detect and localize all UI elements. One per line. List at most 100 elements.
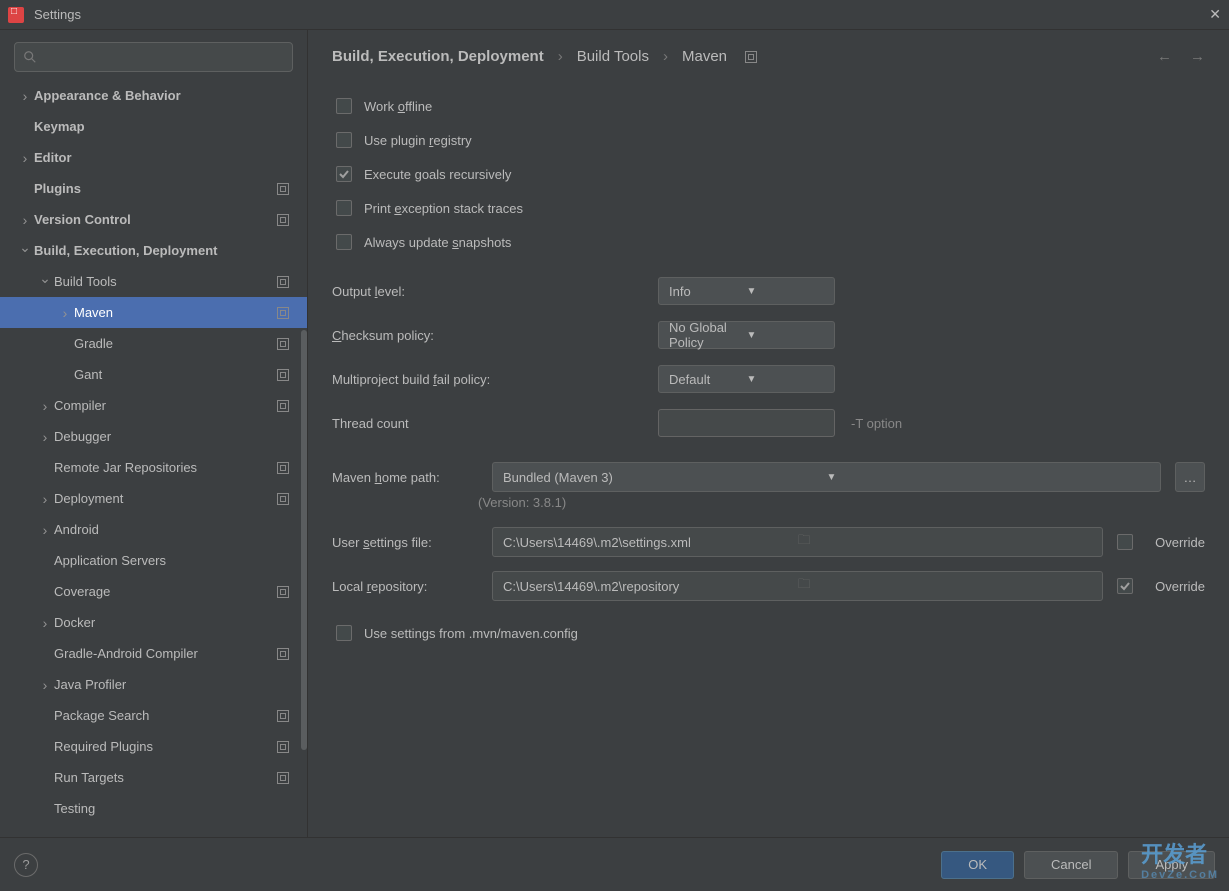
print-exception-checkbox[interactable] [336,200,352,216]
work-offline-label: Work offline [364,99,432,114]
chevron-right-icon[interactable] [38,398,52,414]
sidebar-item-testing[interactable]: Testing [0,793,307,824]
project-badge-icon [277,710,289,722]
sidebar-item-remote-jar-repositories[interactable]: Remote Jar Repositories [0,452,307,483]
tree-label: Remote Jar Repositories [54,460,271,475]
multiproject-label: Multiproject build fail policy: [332,372,658,387]
multiproject-select[interactable]: Default▼ [658,365,835,393]
chevron-right-icon[interactable] [38,491,52,507]
crumb-build-tools[interactable]: Build Tools [577,48,649,65]
project-badge-icon [277,183,289,195]
project-badge-icon [277,276,289,288]
sidebar-item-build-execution-deployment[interactable]: Build, Execution, Deployment [0,235,307,266]
tree-label: Testing [54,801,289,816]
repo-override-checkbox[interactable] [1117,578,1133,594]
tree-label: Required Plugins [54,739,271,754]
folder-icon[interactable]: 🗀 [798,575,1093,597]
sidebar-item-application-servers[interactable]: Application Servers [0,545,307,576]
chevron-right-icon[interactable] [38,615,52,631]
browse-home-button[interactable]: … [1175,462,1205,492]
search-input[interactable] [14,42,293,72]
back-icon[interactable]: ← [1157,48,1172,65]
sidebar-item-editor[interactable]: Editor [0,142,307,173]
checksum-label: Checksum policy: [332,328,658,343]
sidebar-item-keymap[interactable]: Keymap [0,111,307,142]
project-badge-icon [277,648,289,660]
folder-icon[interactable]: 🗀 [798,531,1093,553]
settings-override-checkbox[interactable] [1117,534,1133,550]
tree-label: Appearance & Behavior [34,88,289,103]
cancel-button[interactable]: Cancel [1024,851,1118,879]
chevron-right-icon[interactable] [38,429,52,445]
project-badge-icon [277,772,289,784]
forward-icon[interactable]: → [1190,48,1205,65]
plugin-registry-checkbox[interactable] [336,132,352,148]
ok-button[interactable]: OK [941,851,1014,879]
project-badge-icon [277,214,289,226]
thread-count-hint: -T option [851,416,902,431]
chevron-down-icon[interactable] [38,273,52,290]
sidebar-item-deployment[interactable]: Deployment [0,483,307,514]
sidebar-item-run-targets[interactable]: Run Targets [0,762,307,793]
dialog-footer: ? OK Cancel Apply [0,837,1229,891]
always-update-checkbox[interactable] [336,234,352,250]
project-badge-icon [277,493,289,505]
sidebar-item-plugins[interactable]: Plugins [0,173,307,204]
sidebar-item-gradle[interactable]: Gradle [0,328,307,359]
home-path-label: Maven home path: [332,470,478,485]
settings-file-label: User settings file: [332,535,478,550]
tree-label: Debugger [54,429,289,444]
settings-tree: Appearance & Behavior KeymapEditorPlugins… [0,80,307,837]
chevron-right-icon[interactable] [38,522,52,538]
sidebar-item-build-tools[interactable]: Build Tools [0,266,307,297]
local-repo-input[interactable]: C:\Users\14469\.m2\repository🗀 [492,571,1103,601]
tree-label: Version Control [34,212,271,227]
scrollbar-thumb[interactable] [301,330,307,750]
home-path-select[interactable]: Bundled (Maven 3)▼ [492,462,1161,492]
help-button[interactable]: ? [14,853,38,877]
local-repo-label: Local repository: [332,579,478,594]
sidebar-item-android[interactable]: Android [0,514,307,545]
thread-count-input[interactable] [658,409,835,437]
work-offline-checkbox[interactable] [336,98,352,114]
project-badge-icon [277,338,289,350]
sidebar-item-java-profiler[interactable]: Java Profiler [0,669,307,700]
chevron-right-icon[interactable] [18,150,32,166]
close-icon[interactable]: ✕ [1209,6,1221,23]
always-update-label: Always update snapshots [364,235,511,250]
settings-override-label: Override [1155,535,1205,550]
settings-file-input[interactable]: C:\Users\14469\.m2\settings.xml🗀 [492,527,1103,557]
apply-button[interactable]: Apply [1128,851,1215,879]
chevron-right-icon[interactable] [18,212,32,228]
sidebar-item-package-search[interactable]: Package Search [0,700,307,731]
sidebar-item-gant[interactable]: Gant [0,359,307,390]
thread-count-label: Thread count [332,416,658,431]
sidebar-item-docker[interactable]: Docker [0,607,307,638]
sidebar-item-appearance-behavior[interactable]: Appearance & Behavior [0,80,307,111]
checksum-select[interactable]: No Global Policy▼ [658,321,835,349]
sidebar-item-debugger[interactable]: Debugger [0,421,307,452]
sidebar-item-version-control[interactable]: Version Control [0,204,307,235]
chevron-down-icon: ▼ [827,472,1151,483]
plugin-registry-label: Use plugin registry [364,133,472,148]
chevron-right-icon[interactable] [38,677,52,693]
mvn-config-checkbox[interactable] [336,625,352,641]
titlebar: Settings ✕ [0,0,1229,30]
tree-label: Package Search [54,708,271,723]
content-panel: Build, Execution, Deployment › Build Too… [308,30,1229,837]
tree-label: Android [54,522,289,537]
chevron-down-icon[interactable] [18,242,32,259]
mvn-config-label: Use settings from .mvn/maven.config [364,626,578,641]
sidebar-item-compiler[interactable]: Compiler [0,390,307,421]
tree-label: Application Servers [54,553,289,568]
execute-goals-checkbox[interactable] [336,166,352,182]
output-level-select[interactable]: Info▼ [658,277,835,305]
chevron-right-icon[interactable] [58,305,72,321]
sidebar-item-required-plugins[interactable]: Required Plugins [0,731,307,762]
sidebar-item-coverage[interactable]: Coverage [0,576,307,607]
sidebar-item-maven[interactable]: Maven [0,297,307,328]
sidebar-item-gradle-android-compiler[interactable]: Gradle-Android Compiler [0,638,307,669]
crumb-bed[interactable]: Build, Execution, Deployment [332,48,544,65]
chevron-right-icon[interactable] [18,88,32,104]
crumb-maven[interactable]: Maven [682,48,727,65]
